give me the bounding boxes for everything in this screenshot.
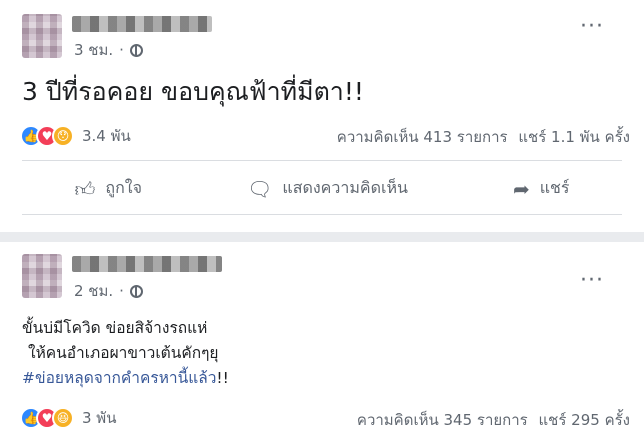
avatar[interactable] — [22, 14, 62, 58]
share-button[interactable]: ➦ แชร์ — [513, 176, 570, 201]
comment-button[interactable]: 🗨︎ แสดงความคิดเห็น — [247, 176, 408, 201]
like-label: ถูกใจ — [105, 178, 142, 197]
comment-count[interactable]: ความคิดเห็น 413 รายการ — [337, 128, 508, 146]
reactions-summary[interactable]: 👍 ♥ 😆 3 พัน — [20, 406, 116, 430]
reaction-count: 3.4 พัน — [82, 127, 131, 145]
haha-reaction-icon: 😆 — [52, 407, 74, 429]
divider — [22, 214, 622, 215]
comment-bubble-icon: 🗨︎ — [246, 176, 273, 201]
post-card-1: 3 ชม. · ··· 3 ปีที่รอคอย ขอบคุณฟ้าที่มีต… — [0, 0, 644, 232]
share-count[interactable]: แชร์ 295 ครั้ง — [539, 411, 631, 429]
hashtag-link[interactable]: #ข่อยหลุดจากคำครหานี้แล้ว — [22, 369, 216, 387]
feed-separator — [0, 232, 644, 242]
post-time[interactable]: 3 ชม. — [74, 38, 113, 62]
comment-label: แสดงความคิดเห็น — [282, 178, 408, 197]
globe-icon[interactable] — [129, 284, 143, 298]
share-arrow-icon: ➦ — [512, 176, 530, 201]
like-button[interactable]: 👍︎ ถูกใจ — [75, 176, 142, 201]
dot-separator: · — [119, 282, 124, 300]
post-text: 3 ปีที่รอคอย ขอบคุณฟ้าที่มีตา!! — [22, 77, 364, 106]
comment-count[interactable]: ความคิดเห็น 345 รายการ — [357, 411, 528, 429]
post-text-line: ให้คนอำเภอผาขาวเต้นคักๆยุ — [28, 344, 219, 362]
post-time[interactable]: 2 ชม. — [74, 279, 113, 303]
post-text-line: ขั้นบ่มีโควิด ข่อยสิจ้างรถแห่ — [22, 319, 208, 337]
post-hashtag-line: #ข่อยหลุดจากคำครหานี้แล้ว!! — [22, 366, 229, 391]
share-label: แชร์ — [539, 178, 570, 197]
author-name-blurred[interactable] — [72, 256, 222, 272]
post-stats: ความคิดเห็น 345 รายการ แชร์ 295 ครั้ง — [357, 408, 630, 432]
post-actions: 👍︎ ถูกใจ 🗨︎ แสดงความคิดเห็น ➦ แชร์ — [22, 176, 622, 201]
more-options-icon[interactable]: ··· — [580, 16, 604, 38]
reaction-count: 3 พัน — [82, 409, 117, 427]
post-stats: ความคิดเห็น 413 รายการ แชร์ 1.1 พัน ครั้… — [337, 125, 630, 149]
more-options-icon[interactable]: ··· — [580, 270, 604, 292]
post-meta: 2 ชม. · — [74, 279, 143, 303]
globe-icon[interactable] — [129, 43, 143, 57]
thumbs-up-icon: 👍︎ — [74, 176, 96, 201]
share-count[interactable]: แชร์ 1.1 พัน ครั้ง — [518, 128, 630, 146]
dot-separator: · — [119, 41, 124, 59]
avatar[interactable] — [22, 254, 62, 298]
author-name-blurred[interactable] — [72, 16, 212, 32]
reactions-summary[interactable]: 👍 ♥ 😯 3.4 พัน — [20, 124, 131, 148]
hashtag-suffix: !! — [216, 369, 229, 387]
post-text: ขั้นบ่มีโควิด ข่อยสิจ้างรถแห่ ให้คนอำเภอ… — [22, 316, 229, 391]
divider — [22, 160, 622, 161]
post-meta: 3 ชม. · — [74, 38, 143, 62]
wow-reaction-icon: 😯 — [52, 125, 74, 147]
